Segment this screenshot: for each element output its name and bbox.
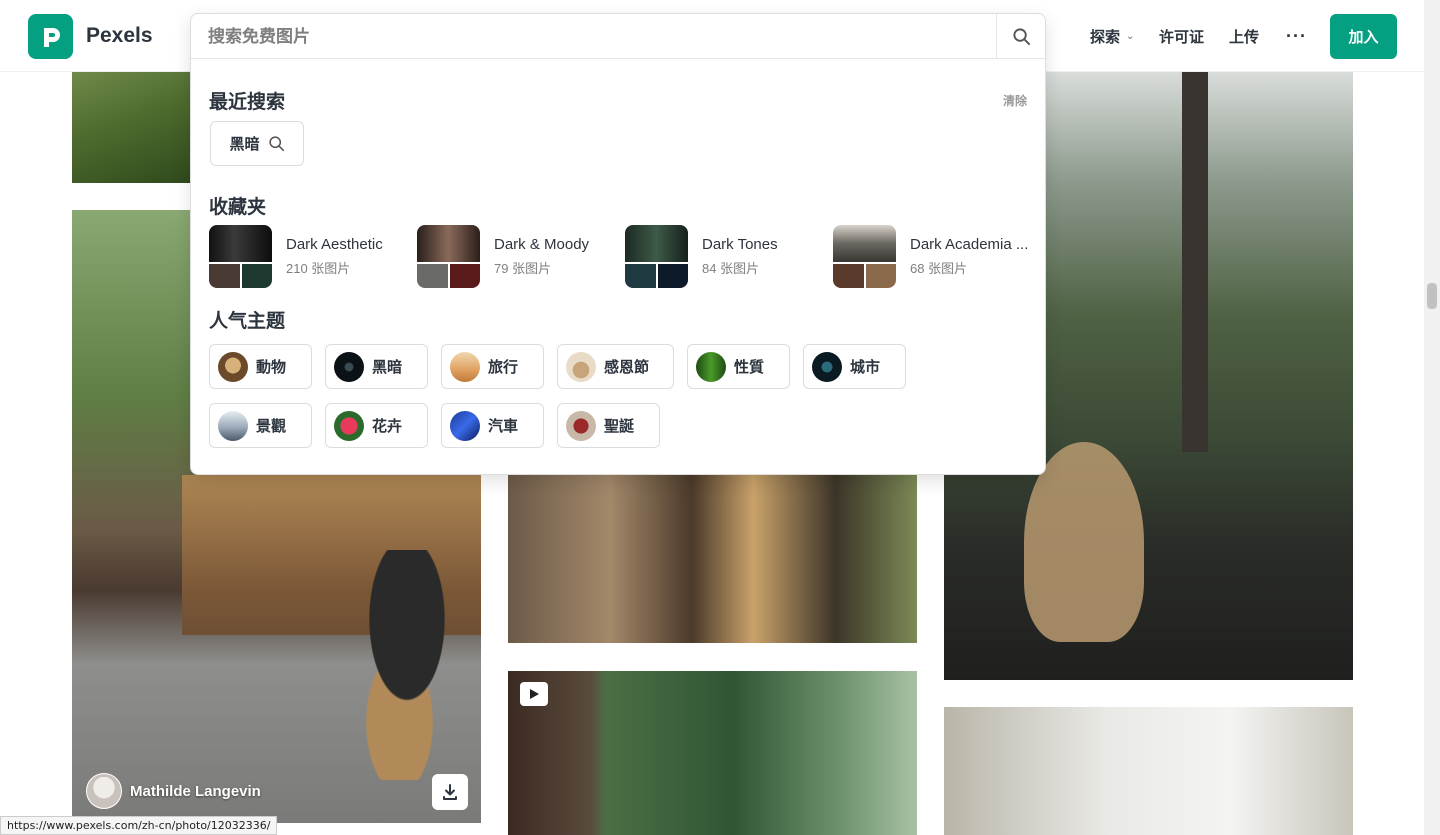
topic-avatar	[566, 410, 596, 441]
more-menu-icon[interactable]: ···	[1286, 0, 1307, 72]
topic-label: 旅行	[488, 359, 519, 376]
collection-thumbnail	[833, 224, 896, 288]
topic-chip[interactable]: 汽車	[441, 403, 544, 448]
nav-license[interactable]: 许可证	[1159, 0, 1204, 72]
search-bar	[191, 14, 1045, 59]
topic-chip[interactable]: 景觀	[209, 403, 312, 448]
topic-avatar	[334, 410, 364, 441]
topic-label: 花卉	[372, 418, 403, 435]
topic-label: 感恩節	[604, 359, 650, 376]
collection-count: 79 张图片	[494, 260, 552, 276]
nav-upload[interactable]: 上传	[1229, 0, 1259, 72]
topic-avatar	[450, 351, 480, 382]
collection-thumbnail	[417, 224, 480, 288]
collection-item[interactable]: Dark Academia ... 68 张图片	[833, 224, 1033, 288]
topic-avatar	[812, 351, 842, 382]
collection-count: 84 张图片	[702, 260, 760, 276]
topic-chip[interactable]: 城市	[803, 344, 906, 389]
collection-item[interactable]: Dark Tones 84 张图片	[625, 224, 825, 288]
topic-label: 聖誕	[604, 418, 635, 435]
cyclist-shape	[332, 550, 481, 780]
join-button[interactable]: 加入	[1330, 14, 1397, 59]
video-play-icon	[520, 682, 548, 706]
collections-title: 收藏夹	[209, 197, 267, 218]
topic-chip[interactable]: 性質	[687, 344, 790, 389]
topic-avatar	[696, 351, 726, 382]
author-name: Mathilde Langevin	[130, 782, 261, 800]
nav-explore-label: 探索	[1090, 28, 1121, 46]
download-button[interactable]	[432, 774, 468, 810]
topic-label: 汽車	[488, 418, 519, 435]
collection-name: Dark & Moody	[494, 235, 590, 253]
collection-name: Dark Academia ...	[910, 235, 1029, 253]
status-bar-url: https://www.pexels.com/zh-cn/photo/12032…	[0, 816, 278, 835]
topic-label: 景觀	[256, 418, 287, 435]
collection-item[interactable]: Dark & Moody 79 张图片	[417, 224, 617, 288]
recent-searches-title: 最近搜索	[209, 92, 286, 113]
topic-avatar	[218, 351, 248, 382]
chevron-down-icon: ⌄	[1126, 30, 1135, 42]
topic-label: 性質	[734, 359, 765, 376]
collection-name: Dark Aesthetic	[286, 235, 383, 253]
recent-search-chip[interactable]: 黑暗	[210, 121, 304, 166]
nav-explore[interactable]: 探索 ⌄	[1090, 0, 1134, 72]
search-dropdown: 最近搜索 清除 黑暗 收藏夹 Dark Aesthetic 210 张图片 Da…	[190, 13, 1046, 475]
topic-chip[interactable]: 花卉	[325, 403, 428, 448]
collection-count: 68 张图片	[910, 260, 968, 276]
topic-label: 動物	[256, 359, 287, 376]
photo-blurred-flower[interactable]	[944, 707, 1353, 835]
topic-label: 黑暗	[372, 359, 403, 376]
topic-avatar	[218, 410, 248, 441]
topic-chip[interactable]: 感恩節	[557, 344, 674, 389]
popular-topics-title: 人气主题	[209, 311, 286, 332]
photo-author[interactable]: Mathilde Langevin	[86, 773, 261, 809]
collection-count: 210 张图片	[286, 260, 351, 276]
collection-thumbnail	[625, 224, 688, 288]
topic-avatar	[450, 410, 480, 441]
photo-pine-trees-video[interactable]	[508, 671, 917, 835]
search-button[interactable]	[996, 14, 1045, 59]
topic-label: 城市	[850, 359, 881, 376]
topic-chip[interactable]: 聖誕	[557, 403, 660, 448]
search-icon	[1012, 28, 1030, 46]
page-scrollbar[interactable]	[1424, 0, 1440, 835]
brand-name[interactable]: Pexels	[86, 24, 153, 48]
search-icon	[268, 136, 284, 152]
collection-name: Dark Tones	[702, 235, 778, 253]
photo-cafe-window[interactable]	[508, 470, 917, 643]
recent-search-label: 黑暗	[229, 136, 260, 153]
scrollbar-thumb[interactable]	[1427, 283, 1437, 309]
pexels-logo-icon	[43, 27, 60, 47]
pexels-logo[interactable]	[28, 14, 73, 59]
topic-avatar	[334, 351, 364, 382]
collection-item[interactable]: Dark Aesthetic 210 张图片	[209, 224, 409, 288]
search-input[interactable]	[191, 14, 996, 59]
collection-thumbnail	[209, 224, 272, 288]
author-avatar	[86, 773, 122, 809]
trunk-shape	[1182, 72, 1208, 452]
topic-chip[interactable]: 旅行	[441, 344, 544, 389]
download-icon	[443, 784, 457, 800]
photo-grass-field[interactable]	[72, 72, 190, 183]
topic-chip[interactable]: 動物	[209, 344, 312, 389]
topic-avatar	[566, 351, 596, 382]
topic-chip[interactable]: 黑暗	[325, 344, 428, 389]
clear-recent-button[interactable]: 清除	[1003, 92, 1027, 109]
